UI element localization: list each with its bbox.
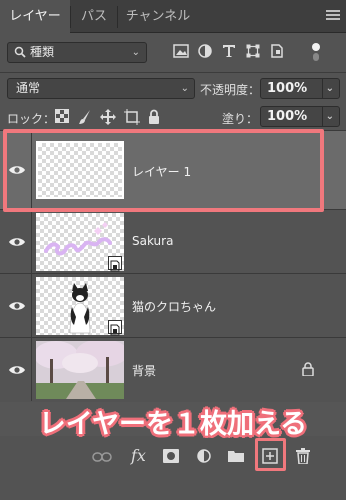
chevron-down-icon: ⌄ <box>180 83 189 94</box>
lock-transparent-icon[interactable] <box>55 109 69 123</box>
shape-filter-icon[interactable] <box>246 44 260 58</box>
eye-icon[interactable] <box>8 236 26 248</box>
layer-row[interactable]: 背景 <box>0 338 346 401</box>
search-icon <box>14 46 26 58</box>
smart-object-filter-icon[interactable] <box>270 44 284 58</box>
layer-name: 背景 <box>132 364 157 378</box>
layer-thumbnail <box>34 339 128 399</box>
smart-object-badge-icon <box>108 256 122 272</box>
tab-layers[interactable]: レイヤー <box>0 0 70 34</box>
cherry-blossom-photo-icon <box>34 339 128 399</box>
type-filter-icon[interactable] <box>222 44 236 58</box>
layer-actions-bar: fx <box>0 438 346 500</box>
opacity-value: 100% <box>267 81 308 96</box>
pixel-filter-icon[interactable] <box>173 44 189 58</box>
new-layer-icon[interactable] <box>262 448 278 464</box>
layer-name: 猫のクロちゃん <box>132 300 217 314</box>
eye-icon[interactable] <box>8 300 26 312</box>
layer-row[interactable]: レイヤー 1 <box>0 131 346 210</box>
lock-image-icon[interactable] <box>78 109 92 125</box>
add-mask-icon[interactable] <box>163 449 179 463</box>
blend-mode-select[interactable]: 通常 ⌄ <box>7 78 195 99</box>
new-group-icon[interactable] <box>228 450 244 462</box>
fill-field[interactable]: 100% ⌄ <box>260 106 340 127</box>
adjustment-layer-icon[interactable] <box>197 449 211 463</box>
annotation-banner: レイヤーを１枚加える <box>0 402 346 440</box>
panel-menu-icon[interactable] <box>326 10 340 22</box>
delete-icon[interactable] <box>296 448 310 464</box>
eye-icon[interactable] <box>8 364 26 376</box>
lock-position-icon[interactable] <box>100 109 116 125</box>
lock-icon <box>302 362 314 376</box>
layer-row[interactable]: Sakura <box>0 210 346 274</box>
lock-all-icon[interactable] <box>148 109 160 124</box>
chevron-down-icon: ⌄ <box>131 47 140 58</box>
layer-list: レイヤー 1 Sakura 猫のクロちゃん 背景 <box>0 131 346 401</box>
lock-artboard-icon[interactable] <box>124 109 140 125</box>
fx-icon[interactable]: fx <box>131 446 146 465</box>
layer-filter-row: 種類 ⌄ <box>0 34 346 70</box>
lock-label: ロック： <box>7 112 56 126</box>
fill-value: 100% <box>267 109 308 124</box>
blend-mode-value: 通常 <box>16 81 41 95</box>
chevron-down-icon[interactable]: ⌄ <box>326 107 334 126</box>
chevron-down-icon[interactable]: ⌄ <box>326 79 334 98</box>
banner-text: レイヤーを１枚加える <box>38 409 308 440</box>
filter-kind-select[interactable]: 種類 ⌄ <box>7 42 147 63</box>
eye-icon[interactable] <box>8 164 26 176</box>
tab-channels[interactable]: チャンネル <box>118 0 198 33</box>
tab-paths[interactable]: パス <box>71 0 117 33</box>
filter-kind-label: 種類 <box>30 45 55 59</box>
filter-toggle-icon[interactable] <box>311 42 321 62</box>
blend-row: 通常 ⌄ 不透明度： 100% ⌄ <box>0 72 346 102</box>
layer-name: Sakura <box>132 234 174 248</box>
layer-row[interactable]: 猫のクロちゃん <box>0 274 346 338</box>
layer-name: レイヤー 1 <box>132 165 192 179</box>
fill-label: 塗り： <box>222 112 259 126</box>
link-layers-icon[interactable] <box>92 452 112 462</box>
lock-row: ロック： 塗り： 100% ⌄ <box>0 103 346 131</box>
layer-thumbnail <box>36 141 124 199</box>
opacity-field[interactable]: 100% ⌄ <box>260 78 340 99</box>
opacity-label: 不透明度： <box>200 83 261 97</box>
panel-tab-bar: レイヤー パス チャンネル <box>0 0 346 34</box>
adjustment-filter-icon[interactable] <box>198 44 212 58</box>
smart-object-badge-icon <box>108 320 122 336</box>
